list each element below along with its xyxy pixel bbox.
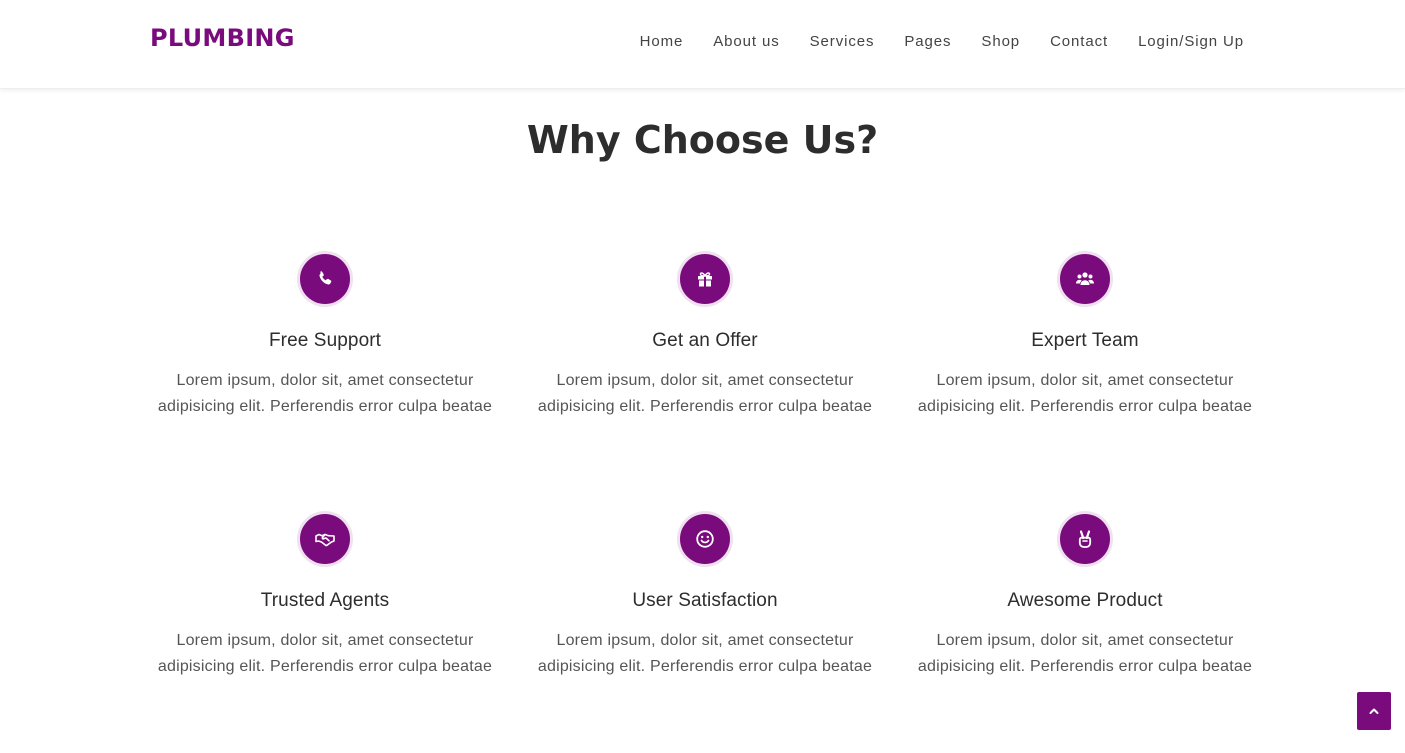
nav-link-home[interactable]: Home (640, 33, 684, 50)
nav-link-pages[interactable]: Pages (904, 33, 951, 50)
feature-card: Trusted Agents Lorem ipsum, dolor sit, a… (135, 510, 515, 680)
feature-description: Lorem ipsum, dolor sit, amet consectetur… (537, 632, 873, 675)
feature-card: Expert Team Lorem ipsum, dolor sit, amet… (895, 250, 1275, 420)
section-title: Why Choose Us? (526, 118, 879, 162)
feature-description: Lorem ipsum, dolor sit, amet consectetur… (917, 372, 1253, 415)
feature-title: Expert Team (1031, 330, 1139, 351)
feature-card: User Satisfaction Lorem ipsum, dolor sit… (515, 510, 895, 680)
feature-description: Lorem ipsum, dolor sit, amet consectetur… (157, 632, 493, 675)
feature-description: Lorem ipsum, dolor sit, amet consectetur… (917, 632, 1253, 675)
feature-description: Lorem ipsum, dolor sit, amet consectetur… (157, 372, 493, 415)
feature-title: Free Support (268, 330, 382, 351)
feature-title: Get an Offer (652, 330, 758, 351)
chevron-up-icon (1368, 705, 1380, 717)
smile-icon (680, 514, 730, 564)
main-nav: Home About us Services Pages Shop Contac… (640, 33, 1244, 50)
nav-link-about-us[interactable]: About us (713, 33, 779, 50)
gift-icon (680, 254, 730, 304)
feature-card: Free Support Lorem ipsum, dolor sit, ame… (135, 250, 515, 420)
feature-title: Trusted Agents (260, 590, 390, 611)
site-logo[interactable]: PLUMBING (150, 24, 295, 52)
nav-link-contact[interactable]: Contact (1050, 33, 1108, 50)
users-icon (1060, 254, 1110, 304)
nav-link-services[interactable]: Services (810, 33, 875, 50)
phone-icon (300, 254, 350, 304)
feature-title: Awesome Product (1007, 590, 1163, 611)
site-header: PLUMBING Home About us Services Pages Sh… (0, 0, 1405, 89)
nav-link-login-signup[interactable]: Login/Sign Up (1138, 33, 1244, 50)
feature-description: Lorem ipsum, dolor sit, amet consectetur… (537, 372, 873, 415)
feature-card: Get an Offer Lorem ipsum, dolor sit, ame… (515, 250, 895, 420)
nav-link-shop[interactable]: Shop (981, 33, 1020, 50)
scroll-to-top-button[interactable] (1357, 692, 1391, 730)
feature-title: User Satisfaction (632, 590, 778, 611)
feature-card: Awesome Product Lorem ipsum, dolor sit, … (895, 510, 1275, 680)
handshake-icon (300, 514, 350, 564)
victory-hand-icon (1060, 514, 1110, 564)
